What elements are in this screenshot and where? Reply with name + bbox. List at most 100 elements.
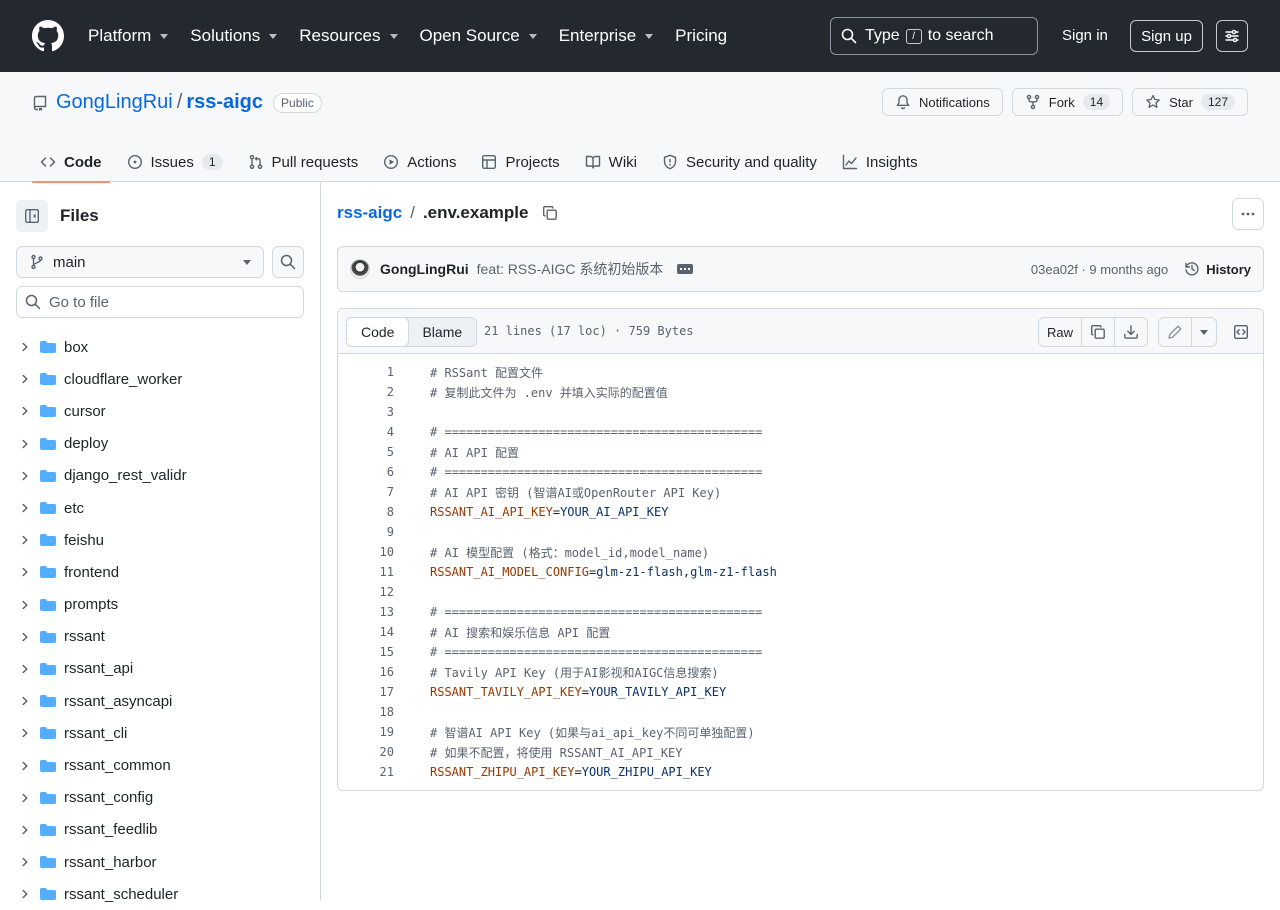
fork-button[interactable]: Fork 14 <box>1011 88 1124 116</box>
line-number[interactable]: 19 <box>338 725 394 739</box>
line-number[interactable]: 17 <box>338 685 394 699</box>
code-view-button[interactable]: Code <box>346 317 410 347</box>
chevron-right-icon[interactable] <box>19 663 31 675</box>
nav-solutions[interactable]: Solutions <box>190 26 278 46</box>
line-number[interactable]: 21 <box>338 765 394 779</box>
line-number[interactable]: 12 <box>338 585 394 599</box>
tree-item-feishu[interactable]: feishu <box>16 524 306 556</box>
symbols-panel-button[interactable] <box>1227 317 1255 347</box>
chevron-right-icon[interactable] <box>19 502 31 514</box>
nav-platform[interactable]: Platform <box>88 26 169 46</box>
chevron-right-icon[interactable] <box>19 631 31 643</box>
chevron-right-icon[interactable] <box>19 695 31 707</box>
chevron-right-icon[interactable] <box>19 534 31 546</box>
line-number[interactable]: 14 <box>338 625 394 639</box>
chevron-right-icon[interactable] <box>19 792 31 804</box>
tab-code[interactable]: Code <box>32 142 110 183</box>
nav-enterprise[interactable]: Enterprise <box>559 26 654 46</box>
line-number[interactable]: 15 <box>338 645 394 659</box>
more-options-button[interactable] <box>1232 198 1264 230</box>
chevron-right-icon[interactable] <box>19 405 31 417</box>
chevron-right-icon[interactable] <box>19 856 31 868</box>
nav-resources[interactable]: Resources <box>299 26 398 46</box>
history-button[interactable]: History <box>1184 261 1251 277</box>
line-number[interactable]: 18 <box>338 705 394 719</box>
chevron-right-icon[interactable] <box>19 341 31 353</box>
line-number[interactable]: 13 <box>338 605 394 619</box>
sign-up-button[interactable]: Sign up <box>1130 20 1203 52</box>
line-number[interactable]: 1 <box>338 365 394 379</box>
commit-message-link[interactable]: feat: RSS-AIGC 系统初始版本 <box>477 259 664 279</box>
go-to-file-input[interactable]: Go to file <box>16 286 304 318</box>
blame-view-button[interactable]: Blame <box>408 318 476 346</box>
line-number[interactable]: 7 <box>338 485 394 499</box>
download-button[interactable] <box>1115 318 1147 346</box>
raw-button[interactable]: Raw <box>1039 318 1082 346</box>
line-number[interactable]: 6 <box>338 465 394 479</box>
tree-item-box[interactable]: box <box>16 331 306 363</box>
nav-open-source[interactable]: Open Source <box>420 26 537 46</box>
chevron-right-icon[interactable] <box>19 438 31 450</box>
line-number[interactable]: 3 <box>338 405 394 419</box>
breadcrumb-repo-link[interactable]: rss-aigc <box>337 203 402 223</box>
tree-item-frontend[interactable]: frontend <box>16 556 306 588</box>
tree-item-rssant-scheduler[interactable]: rssant_scheduler <box>16 878 306 910</box>
line-number[interactable]: 16 <box>338 665 394 679</box>
commit-meta[interactable]: 03ea02f · 9 months ago <box>1031 262 1168 277</box>
tab-wiki[interactable]: Wiki <box>577 142 645 182</box>
tree-item-cursor[interactable]: cursor <box>16 395 306 427</box>
tree-item-rssant-feedlib[interactable]: rssant_feedlib <box>16 814 306 846</box>
tab-insights[interactable]: Insights <box>834 142 926 182</box>
expand-commit-message-icon[interactable] <box>677 264 694 274</box>
chevron-right-icon[interactable] <box>19 824 31 836</box>
chevron-right-icon[interactable] <box>19 599 31 611</box>
tree-item-cloudflare-worker[interactable]: cloudflare_worker <box>16 363 306 395</box>
notifications-button[interactable]: Notifications <box>881 88 1003 116</box>
menu-button[interactable] <box>1216 20 1248 52</box>
tab-pull-requests[interactable]: Pull requests <box>240 142 367 182</box>
line-number[interactable]: 20 <box>338 745 394 759</box>
chevron-right-icon[interactable] <box>19 888 31 900</box>
github-logo-icon[interactable] <box>32 20 64 52</box>
collapse-sidebar-button[interactable] <box>16 200 48 232</box>
copy-raw-button[interactable] <box>1082 318 1115 346</box>
tree-item-rssant-asyncapi[interactable]: rssant_asyncapi <box>16 685 306 717</box>
tree-item-rssant[interactable]: rssant <box>16 621 306 653</box>
repo-owner-link[interactable]: GongLingRui <box>56 91 173 114</box>
tree-item-rssant-harbor[interactable]: rssant_harbor <box>16 846 306 878</box>
chevron-right-icon[interactable] <box>19 373 31 385</box>
tab-issues[interactable]: Issues 1 <box>119 142 231 182</box>
tab-security[interactable]: Security and quality <box>654 142 825 182</box>
tree-item-django-rest-validr[interactable]: django_rest_validr <box>16 460 306 492</box>
chevron-right-icon[interactable] <box>19 727 31 739</box>
tree-item-rssant-cli[interactable]: rssant_cli <box>16 717 306 749</box>
nav-pricing[interactable]: Pricing <box>675 26 727 46</box>
tree-item-deploy[interactable]: deploy <box>16 428 306 460</box>
search-input[interactable]: Type / to search <box>830 17 1038 55</box>
tab-actions[interactable]: Actions <box>375 142 464 182</box>
edit-options-dropdown[interactable] <box>1192 318 1216 346</box>
repo-name-link[interactable]: rss-aigc <box>186 91 263 114</box>
line-number[interactable]: 10 <box>338 545 394 559</box>
sign-in-link[interactable]: Sign in <box>1062 27 1108 44</box>
tree-item-rssant-api[interactable]: rssant_api <box>16 653 306 685</box>
chevron-right-icon[interactable] <box>19 566 31 578</box>
chevron-right-icon[interactable] <box>19 760 31 772</box>
tree-item-rssant-config[interactable]: rssant_config <box>16 782 306 814</box>
edit-button[interactable] <box>1159 318 1192 346</box>
commit-author-link[interactable]: GongLingRui <box>380 261 469 277</box>
copy-path-button[interactable] <box>542 205 558 221</box>
line-number[interactable]: 9 <box>338 525 394 539</box>
tree-item-etc[interactable]: etc <box>16 492 306 524</box>
tree-item-rssant-common[interactable]: rssant_common <box>16 749 306 781</box>
search-files-button[interactable] <box>272 246 304 278</box>
line-number[interactable]: 11 <box>338 565 394 579</box>
tree-item-prompts[interactable]: prompts <box>16 589 306 621</box>
line-number[interactable]: 5 <box>338 445 394 459</box>
line-number[interactable]: 8 <box>338 505 394 519</box>
tab-projects[interactable]: Projects <box>473 142 567 182</box>
branch-selector[interactable]: main <box>16 246 264 278</box>
avatar[interactable] <box>350 259 370 279</box>
chevron-right-icon[interactable] <box>19 470 31 482</box>
star-button[interactable]: Star 127 <box>1132 88 1248 116</box>
